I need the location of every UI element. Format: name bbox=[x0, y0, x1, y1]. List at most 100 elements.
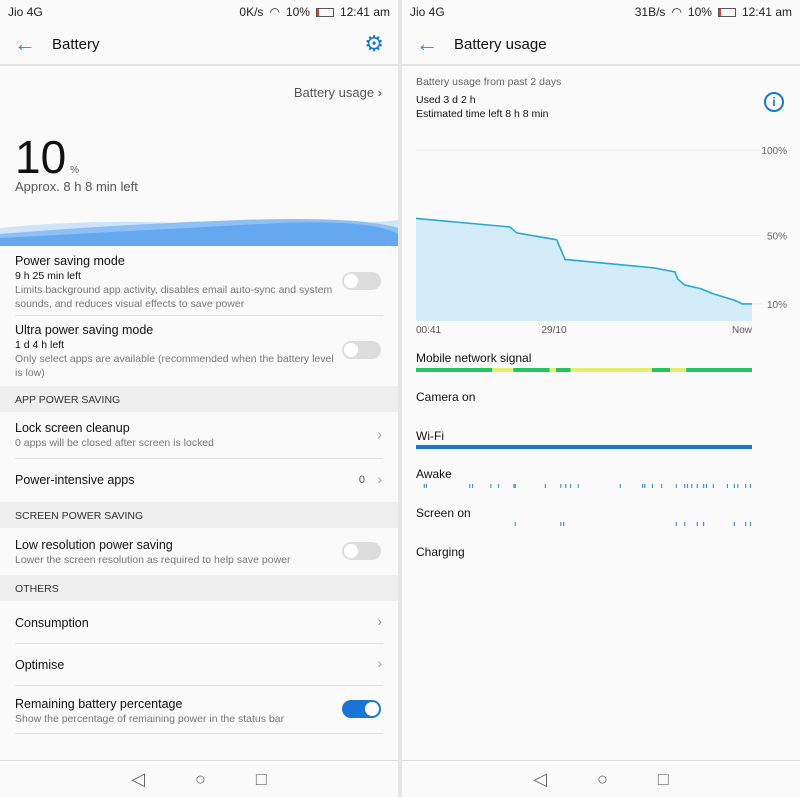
row-desc: Show the percentage of remaining power i… bbox=[15, 713, 285, 725]
ultra-power-saving-mode[interactable]: Ultra power saving mode 1 d 4 h left Onl… bbox=[0, 323, 398, 380]
wifi-segment bbox=[416, 445, 752, 449]
awake-tick bbox=[686, 484, 689, 488]
row-sub: 9 h 25 min left bbox=[15, 270, 81, 282]
x-tick-label: Now bbox=[732, 325, 753, 336]
label-charging: Charging bbox=[416, 545, 465, 559]
label-awake: Awake bbox=[416, 467, 452, 481]
battery-percent: 10% bbox=[285, 5, 310, 19]
signal-segment bbox=[492, 368, 514, 372]
awake-tick bbox=[675, 484, 677, 488]
recents-nav-icon[interactable]: □ bbox=[658, 769, 669, 790]
row-desc: 0 apps will be closed after screen is lo… bbox=[15, 437, 215, 449]
power-saving-mode[interactable]: Power saving mode 9 h 25 min left Limits… bbox=[0, 254, 398, 311]
back-arrow-icon[interactable]: ← bbox=[416, 31, 454, 57]
awake-tick bbox=[705, 484, 707, 488]
carrier: Jio 4G bbox=[8, 5, 43, 19]
remaining-battery-percentage[interactable]: Remaining battery percentage Show the pe… bbox=[0, 697, 398, 726]
awake-tick bbox=[696, 484, 698, 488]
ultra-saving-toggle[interactable] bbox=[342, 341, 381, 359]
awake-tick bbox=[749, 484, 752, 488]
chevron-right-icon: › bbox=[377, 613, 382, 629]
awake-tick bbox=[490, 484, 492, 488]
optimise[interactable]: Optimise bbox=[0, 658, 398, 672]
awake-tick bbox=[733, 484, 735, 488]
back-arrow-icon[interactable]: ← bbox=[14, 31, 52, 57]
time-left: Approx. 8 h 8 min left bbox=[15, 179, 138, 194]
screen-tick bbox=[684, 522, 686, 526]
row-title: Power-intensive apps bbox=[15, 473, 135, 487]
row-desc: Only select apps are available (recommen… bbox=[15, 353, 334, 379]
awake-tick bbox=[712, 484, 714, 488]
awake-tick bbox=[745, 484, 747, 488]
battery-usage-link[interactable]: Battery usage › bbox=[294, 85, 382, 100]
row-title: Optimise bbox=[15, 658, 65, 672]
wifi-bar bbox=[416, 445, 752, 449]
page-title: Battery usage bbox=[454, 35, 547, 53]
chevron-right-icon: › bbox=[377, 471, 382, 487]
awake-tick bbox=[703, 484, 705, 488]
signal-segment bbox=[416, 368, 493, 372]
row-title: Ultra power saving mode bbox=[15, 323, 154, 337]
home-nav-icon[interactable]: ○ bbox=[195, 769, 206, 790]
recents-nav-icon[interactable]: □ bbox=[256, 769, 267, 790]
label-camera: Camera on bbox=[416, 390, 476, 404]
y-tick-label: 50% bbox=[767, 232, 787, 243]
awake-tick bbox=[661, 484, 663, 488]
awake-tick bbox=[737, 484, 739, 488]
awake-tick bbox=[570, 484, 572, 488]
label-screen: Screen on bbox=[416, 506, 471, 520]
back-nav-icon[interactable]: ◁ bbox=[131, 769, 145, 790]
label-wifi: Wi-Fi bbox=[416, 429, 444, 443]
battery-percent: 10% bbox=[687, 5, 712, 19]
screen-tick bbox=[745, 522, 747, 526]
signal-segment bbox=[549, 368, 556, 372]
battery-chart: 100% 50% 10% 00:41 29/10 Now bbox=[415, 146, 787, 336]
low-resolution-toggle[interactable] bbox=[342, 542, 381, 560]
battery-screen: Jio 4G 0K/s ◠ 10% 12:41 am ← Battery ⚙ Batt… bbox=[0, 0, 398, 797]
awake-tick bbox=[544, 484, 546, 488]
estimated-time: Estimated time left 8 h 8 min bbox=[416, 108, 549, 120]
page-title: Battery bbox=[52, 35, 100, 53]
signal-bar bbox=[416, 368, 752, 372]
lock-screen-cleanup[interactable]: Lock screen cleanup 0 apps will be close… bbox=[0, 421, 398, 450]
battery-area bbox=[416, 218, 752, 321]
remaining-percentage-toggle[interactable] bbox=[342, 700, 381, 718]
battery-usage-label: Battery usage bbox=[293, 85, 375, 100]
power-saving-toggle[interactable] bbox=[342, 272, 381, 290]
section-app-power-saving: APP POWER SAVING bbox=[0, 386, 398, 412]
awake-tick bbox=[497, 484, 500, 488]
row-title: Consumption bbox=[15, 616, 89, 630]
y-tick-label: 10% bbox=[767, 300, 787, 311]
awake-tick bbox=[472, 484, 474, 488]
row-desc: Limits background app activity, disables… bbox=[15, 284, 333, 310]
row-title: Low resolution power saving bbox=[15, 538, 173, 552]
back-nav-icon[interactable]: ◁ bbox=[533, 769, 547, 790]
home-nav-icon[interactable]: ○ bbox=[597, 769, 608, 790]
awake-tick bbox=[425, 484, 427, 488]
intensive-count: 0 bbox=[358, 474, 365, 486]
wave-graphic bbox=[0, 219, 398, 246]
signal-segment bbox=[570, 368, 652, 372]
screen-tick bbox=[563, 522, 565, 526]
awake-tick bbox=[577, 484, 579, 488]
gear-icon[interactable]: ⚙ bbox=[364, 31, 384, 57]
battery-level: 10% bbox=[15, 130, 79, 184]
wifi-icon: ◠ bbox=[671, 5, 682, 19]
level-unit: % bbox=[70, 165, 80, 176]
low-resolution-power-saving[interactable]: Low resolution power saving Lower the sc… bbox=[0, 538, 398, 567]
consumption[interactable]: Consumption bbox=[0, 616, 398, 630]
x-tick-label: 00:41 bbox=[416, 325, 441, 336]
label-signal: Mobile network signal bbox=[416, 351, 532, 365]
chevron-right-icon: › bbox=[377, 426, 382, 442]
power-intensive-apps[interactable]: Power-intensive apps bbox=[0, 473, 398, 487]
battery-icon bbox=[717, 7, 736, 17]
section-others: OTHERS bbox=[0, 575, 398, 601]
usage-period: Battery usage from past 2 days bbox=[416, 76, 562, 88]
signal-segment bbox=[670, 368, 687, 372]
info-icon[interactable]: i bbox=[764, 92, 784, 112]
battery-icon bbox=[315, 7, 334, 17]
awake-tick bbox=[651, 484, 654, 488]
screen-tick bbox=[733, 522, 735, 526]
row-title: Lock screen cleanup bbox=[15, 421, 130, 435]
status-bar: Jio 4G 31B/s ◠ 10% 12:41 am bbox=[402, 0, 800, 24]
